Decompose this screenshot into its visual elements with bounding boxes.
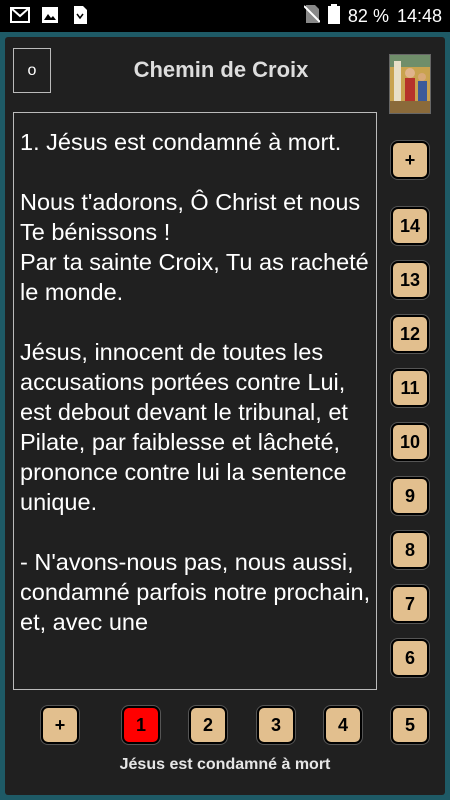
no-sim-icon <box>303 4 321 29</box>
station-11-button[interactable]: 11 <box>391 369 429 407</box>
add-button-side[interactable]: + <box>391 141 429 179</box>
station-8-button[interactable]: 8 <box>391 531 429 569</box>
station-text-paragraph: Nous t'adorons, Ô Christ et nous Te béni… <box>20 189 369 305</box>
station-14-button[interactable]: 14 <box>391 207 429 245</box>
station-text-paragraph: Jésus, innocent de toutes les accusation… <box>20 339 348 515</box>
station-1-button[interactable]: 1 <box>122 706 160 744</box>
station-4-button[interactable]: 4 <box>324 706 362 744</box>
o-button[interactable]: o <box>13 48 51 93</box>
battery-icon <box>327 4 340 29</box>
image-icon <box>40 5 60 25</box>
station-image-thumbnail[interactable] <box>389 54 431 114</box>
add-button-bottom[interactable]: + <box>41 706 79 744</box>
station-7-button[interactable]: 7 <box>391 585 429 623</box>
station-3-button[interactable]: 3 <box>257 706 295 744</box>
station-text-paragraph: - N'avons-nous pas, nous aussi, condamné… <box>20 549 371 635</box>
download-icon <box>70 5 90 25</box>
status-bar: 82 % 14:48 <box>0 0 450 32</box>
gmail-icon <box>10 5 30 25</box>
station-5-button[interactable]: 5 <box>391 706 429 744</box>
station-text-box[interactable]: 1. Jésus est condamné à mort. Nous t'ado… <box>13 112 377 690</box>
station-2-button[interactable]: 2 <box>189 706 227 744</box>
station-12-button[interactable]: 12 <box>391 315 429 353</box>
station-text-paragraph: 1. Jésus est condamné à mort. <box>20 129 342 155</box>
battery-percent: 82 % <box>347 6 389 26</box>
station-10-button[interactable]: 10 <box>391 423 429 461</box>
clock: 14:48 <box>396 6 442 26</box>
main-panel: o Chemin de Croix 1. Jésus est condamné … <box>5 37 445 795</box>
station-13-button[interactable]: 13 <box>391 261 429 299</box>
station-9-button[interactable]: 9 <box>391 477 429 515</box>
page-title: Chemin de Croix <box>133 57 309 82</box>
station-6-button[interactable]: 6 <box>391 639 429 677</box>
station-caption: Jésus est condamné à mort <box>119 756 331 773</box>
